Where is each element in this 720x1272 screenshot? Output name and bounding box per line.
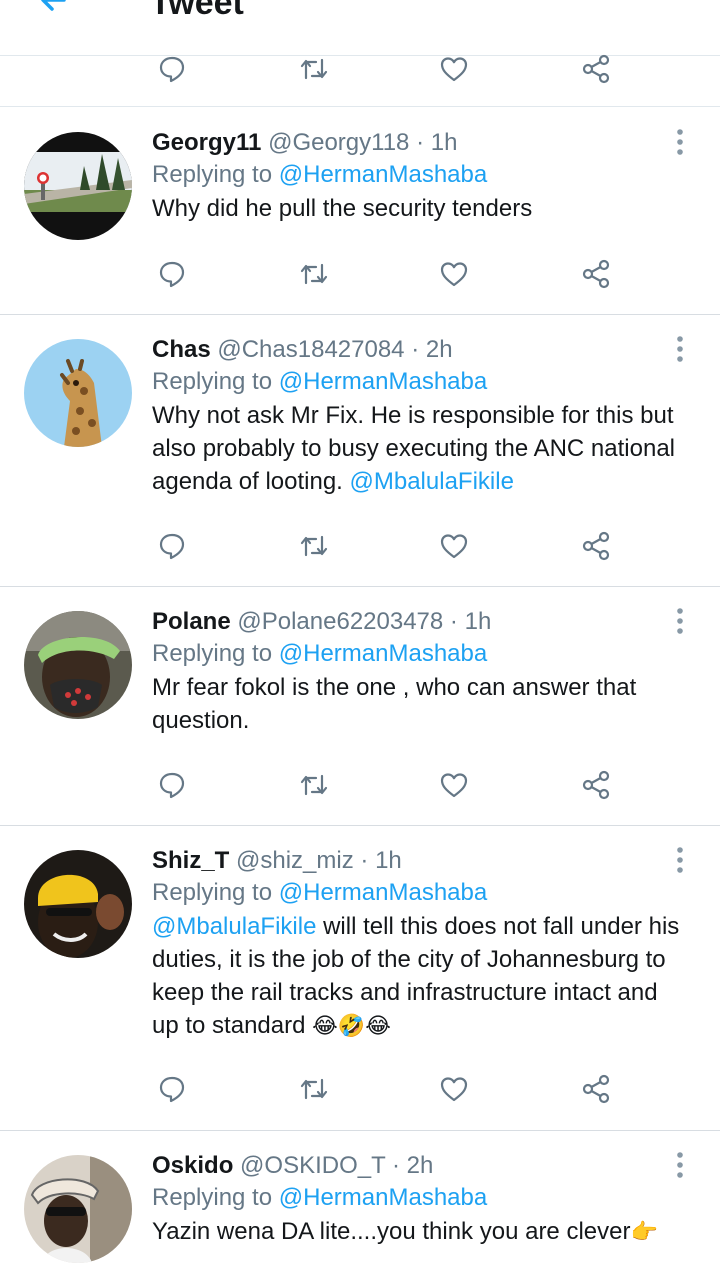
author-handle[interactable]: @Polane62203478 [237,608,443,635]
heart-icon[interactable] [434,1069,474,1109]
reply-mention-link[interactable]: @HermanMashaba [279,368,487,395]
tweet-card[interactable]: Chas @Chas18427084 · 2h Replying to @Her… [0,315,720,587]
avatar[interactable] [24,1155,132,1263]
retweet-icon[interactable] [294,254,334,294]
heart-icon[interactable] [434,765,474,805]
reply-mention-link[interactable]: @HermanMashaba [279,1184,487,1211]
avatar[interactable] [24,850,132,958]
retweet-icon[interactable] [294,526,334,566]
author-handle[interactable]: @Chas18427084 [217,336,404,363]
tweet-time: 2h [406,1152,434,1179]
tweet-actions [152,254,622,294]
separator: · [360,847,369,874]
reply-icon[interactable] [152,254,192,294]
share-icon[interactable] [576,1069,616,1109]
tweet-text: Why did he pull the security tenders [152,195,533,222]
top-app-bar: Tweet [0,0,720,56]
more-vertical-icon[interactable] [670,607,690,635]
author-handle[interactable]: @shiz_miz [236,847,354,874]
retweet-icon[interactable] [294,1069,334,1109]
heart-icon[interactable] [434,526,474,566]
reply-mention-link[interactable]: @HermanMashaba [279,640,487,667]
tweet-card[interactable]: Georgy11 @Georgy118 · 1h Replying to @He… [0,108,720,315]
share-icon[interactable] [576,254,616,294]
separator: · [449,608,458,635]
share-icon[interactable] [576,526,616,566]
reply-icon[interactable] [152,526,192,566]
tweet-card[interactable]: Oskido @OSKIDO_T · 2h Replying to @Herma… [0,1131,720,1272]
tweet-time: 2h [425,336,453,363]
more-vertical-icon[interactable] [670,128,690,156]
back-arrow-icon[interactable] [34,0,74,20]
tweet-text: Yazin wena DA lite....you think you are … [152,1218,631,1245]
page-title: Tweet [150,0,244,22]
tweet-card[interactable]: Shiz_T @shiz_miz · 1h Replying to @Herma… [0,826,720,1131]
emoji: 👉 [630,1219,658,1244]
tweet-time: 1h [430,129,458,156]
retweet-icon[interactable] [294,765,334,805]
mention-link[interactable]: @MbalulaFikile [152,913,316,940]
author-handle[interactable]: @Georgy118 [268,129,409,156]
share-icon[interactable] [576,765,616,805]
previous-tweet-actions [0,54,720,107]
reply-mention-link[interactable]: @HermanMashaba [279,879,487,906]
more-vertical-icon[interactable] [670,1151,690,1179]
tweet-actions [152,765,622,805]
share-icon[interactable] [576,49,616,89]
avatar[interactable] [24,339,132,447]
emoji: 😂🤣😂 [312,1013,391,1038]
author-name[interactable]: Chas [152,336,211,363]
reply-mention-link[interactable]: @HermanMashaba [279,161,487,188]
tweet-card[interactable]: Polane @Polane62203478 · 1h Replying to … [0,587,720,826]
author-name[interactable]: Shiz_T [152,847,229,874]
reply-icon[interactable] [152,49,192,89]
heart-icon[interactable] [434,254,474,294]
replying-to-label: Replying to [152,879,273,906]
tweet-time: 1h [375,847,402,874]
separator: · [416,129,425,156]
replying-to-label: Replying to [152,368,273,395]
more-vertical-icon[interactable] [670,335,690,363]
author-handle[interactable]: @OSKIDO_T [240,1152,385,1179]
author-name[interactable]: Polane [152,608,231,635]
separator: · [392,1152,400,1179]
more-vertical-icon[interactable] [670,846,690,874]
avatar[interactable] [24,132,132,240]
separator: · [411,336,420,363]
tweet-actions [152,1069,622,1109]
heart-icon[interactable] [434,49,474,89]
retweet-icon[interactable] [294,49,334,89]
replying-to-label: Replying to [152,161,273,188]
author-name[interactable]: Georgy11 [152,129,261,156]
author-name[interactable]: Oskido [152,1152,233,1179]
tweet-time: 1h [464,608,492,635]
tweet-actions [152,526,622,566]
reply-icon[interactable] [152,765,192,805]
tweet-text: Mr fear fokol is the one , who can answe… [152,674,637,734]
mention-link[interactable]: @MbalulaFikile [350,468,514,495]
replying-to-label: Replying to [152,640,273,667]
avatar[interactable] [24,611,132,719]
replying-to-label: Replying to [152,1184,273,1211]
reply-icon[interactable] [152,1069,192,1109]
